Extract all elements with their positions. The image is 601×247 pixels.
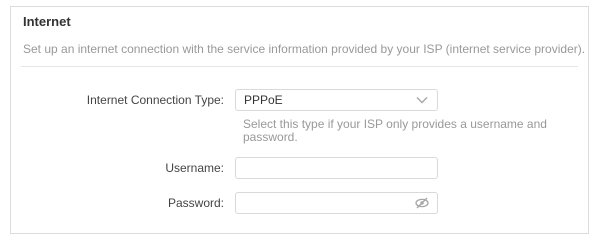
connection-type-select[interactable]: PPPoE — [235, 89, 438, 111]
connection-type-hint: Select this type if your ISP only provid… — [243, 117, 547, 144]
internet-panel: Internet Set up an internet connection w… — [10, 6, 589, 234]
section-description: Set up an internet connection with the s… — [23, 42, 586, 56]
connection-type-label: Internet Connection Type: — [86, 93, 224, 107]
section-title: Internet — [23, 14, 71, 29]
connection-type-value: PPPoE — [244, 93, 283, 107]
chevron-down-icon — [416, 97, 428, 104]
username-input[interactable] — [242, 160, 412, 176]
password-field[interactable] — [235, 192, 438, 214]
password-input[interactable] — [242, 195, 412, 211]
username-field[interactable] — [235, 157, 438, 179]
divider — [21, 66, 578, 67]
password-label: Password: — [167, 196, 224, 210]
eye-slash-icon[interactable] — [415, 197, 429, 209]
username-label: Username: — [165, 161, 224, 175]
